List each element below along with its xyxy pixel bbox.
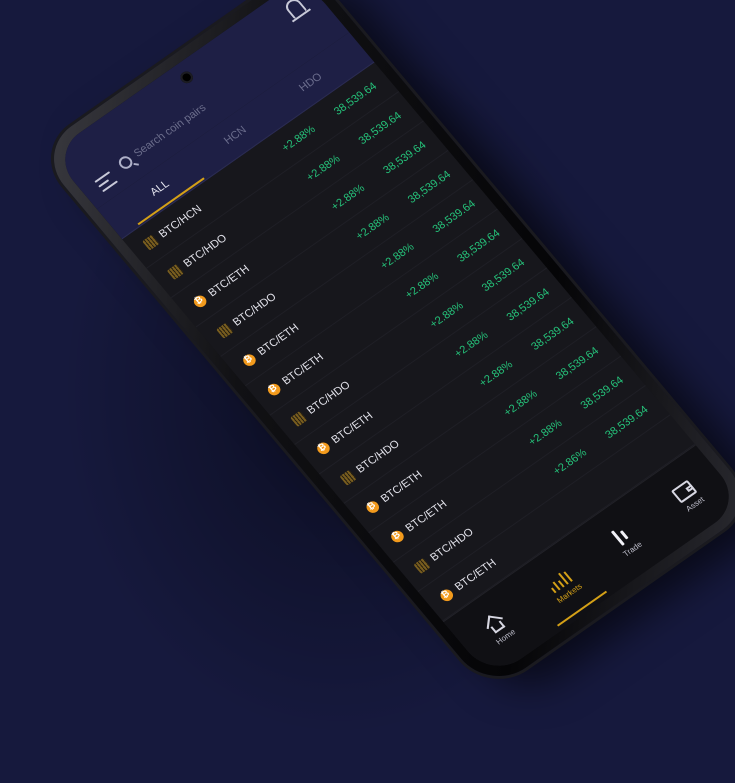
bitcoin-icon [240,351,258,368]
bitcoin-icon [265,381,283,398]
front-camera [177,69,196,86]
bitcoin-icon [314,439,332,457]
search-icon [115,153,135,171]
bitcoin-icon [363,498,382,515]
coin-grid-icon [413,557,431,574]
bitcoin-icon [437,586,456,603]
nav-home[interactable]: Home [458,595,540,662]
coin-grid-icon [339,469,357,486]
trade-icon [609,524,634,547]
bitcoin-icon [388,528,406,545]
coin-grid-icon [289,410,308,427]
bitcoin-icon [191,292,209,310]
coin-grid-icon [215,322,234,339]
bell-icon[interactable] [282,0,308,20]
coin-grid-icon [166,263,184,280]
coin-grid-icon [141,234,160,251]
menu-collapse-icon[interactable] [94,170,119,193]
nav-asset[interactable]: Asset [647,463,729,530]
